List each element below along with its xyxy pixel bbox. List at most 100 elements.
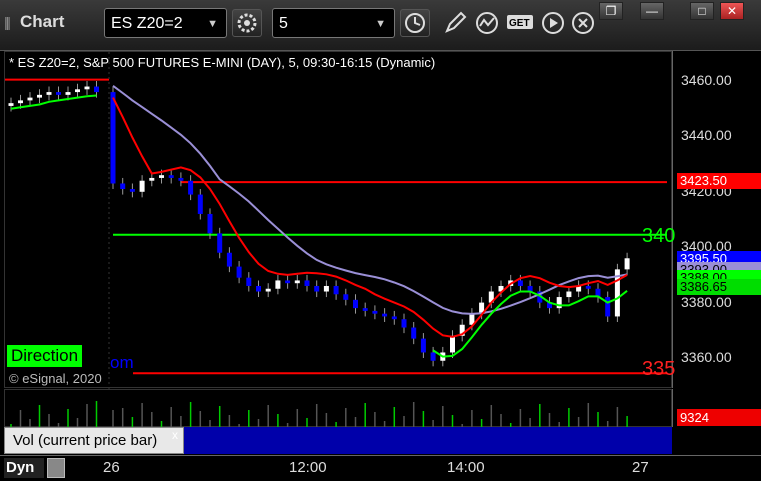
candle-body [246,277,252,286]
circle-x-icon [572,12,594,34]
dynamic-button[interactable]: Dyn [4,458,44,478]
price-tick-label: 3360.00 [681,349,732,365]
candle-body [372,310,378,314]
candle-body [517,280,523,286]
candle-body [343,294,349,300]
symbol-input[interactable]: ES Z20=2 ▼ [104,8,227,38]
drag-grip-icon[interactable]: ||| [4,14,11,30]
lower-level-label: 335 [642,358,676,380]
price-tag: 3423.50 [677,173,761,189]
candle-body [323,285,329,292]
candle-body [382,313,388,317]
candle-body [178,177,184,181]
candle-body [285,280,291,284]
interval-value: 5 [279,15,288,32]
close-window-button[interactable]: ✕ [720,2,744,20]
candle-body [275,280,281,289]
studies-button[interactable] [474,10,500,36]
candle-body [27,97,33,101]
candle-body [226,252,232,267]
maximize-window-button[interactable]: □ [690,2,714,20]
minimize-window-button[interactable]: — [640,2,664,20]
candle-body [411,327,417,339]
replay-button[interactable] [540,10,566,36]
play-icon [542,12,564,34]
svg-text:GET: GET [509,18,530,29]
price-plot[interactable] [4,51,672,389]
candle-body [8,103,14,106]
window-title: Chart [20,12,65,31]
candle-body [18,100,23,104]
chevron-down-icon[interactable]: ▼ [375,9,386,39]
candle-body [624,258,630,270]
candle-body [265,288,271,292]
candle-body [75,89,80,93]
candle-body [188,180,194,195]
get-button[interactable]: GET [506,10,533,36]
candle-body [129,189,135,192]
symbol-value: ES Z20=2 [111,15,183,32]
time-label-26: 26 [103,459,120,476]
interval-input[interactable]: 5 ▼ [272,8,395,38]
candle-body [585,285,591,289]
candle-body [159,175,164,178]
candle-body [84,86,90,90]
watermark-text: om [110,353,134,372]
candle-body [420,338,426,353]
time-label-27: 27 [632,459,649,476]
price-chart [5,52,667,389]
symbol-description: * ES Z20=2, S&P 500 FUTURES E-MINI (DAY)… [9,55,436,70]
candle-body [401,319,407,328]
price-tag: 3386.65 [677,279,761,295]
cancel-button[interactable] [570,10,596,36]
candle-body [37,94,42,98]
candle-body [149,177,155,181]
link-icon[interactable] [47,458,65,478]
chevron-down-icon[interactable]: ▼ [207,9,218,39]
price-tick-label: 3440.00 [681,127,732,144]
price-axis[interactable]: 3460.00 3440.00 3420.00 3400.00 3380.00 3360.… [672,51,761,388]
candle-body [353,299,358,309]
volume-last-tag: 9324 [677,409,761,426]
volume-legend[interactable]: Vol (current price bar) [4,427,184,454]
time-button[interactable] [400,9,430,37]
candle-body [207,213,213,234]
candle-body [314,285,320,292]
candle-body [110,92,116,184]
candle-body [391,316,397,320]
close-icon[interactable]: x [172,428,178,442]
candle-body [430,352,436,361]
dyn-label: Dyn [6,459,35,476]
draw-button[interactable] [442,10,468,36]
candle-body [450,335,455,353]
settings-button[interactable] [232,9,262,37]
candle-body [217,233,223,253]
price-tick-label: 3460.00 [681,72,732,88]
candle-body [256,285,261,292]
candle-body [294,280,300,284]
candle-body [120,183,126,190]
restore-window-button[interactable]: ❐ [599,2,623,20]
gear-icon [237,13,257,33]
study-area [184,427,672,454]
upper-level-label: 340 [642,225,676,247]
candle-body [556,297,562,309]
volume-plot[interactable] [4,389,672,428]
direction-label: Direction [7,345,83,367]
candle-body [236,266,242,278]
copyright-label: © eSignal, 2020 [9,371,102,386]
candle-body [304,280,310,286]
candle-body [94,86,99,93]
ma-green-line [10,94,97,110]
clock-icon [405,13,425,33]
get-icon: GET [507,15,533,29]
candle-body [168,175,174,178]
candle-body [56,92,61,95]
pencil-icon [445,11,467,33]
candle-body [566,291,572,298]
candle-body [46,92,52,95]
candle-body [139,180,145,192]
time-label-1400: 14:00 [447,459,485,476]
candle-body [65,92,71,95]
volume-chart [10,401,628,428]
